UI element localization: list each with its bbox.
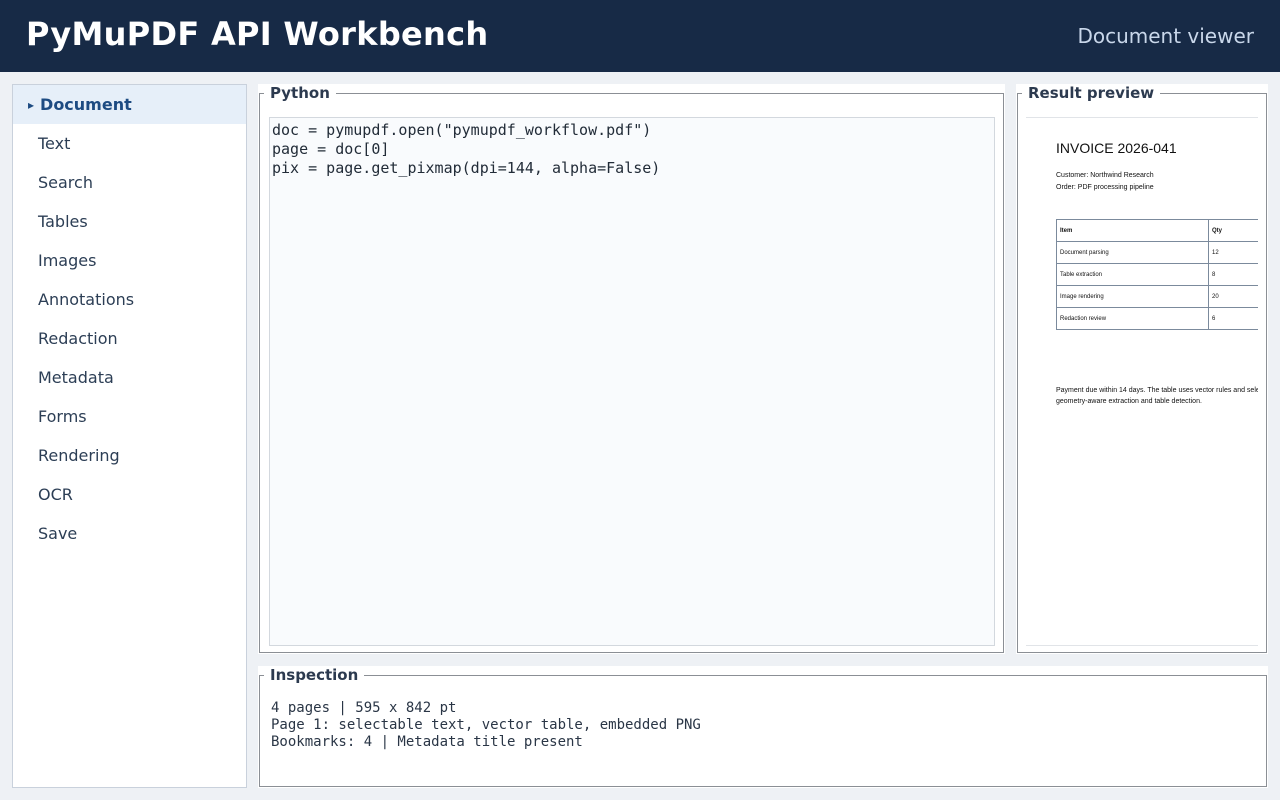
- code-line: pix = page.get_pixmap(dpi=144, alpha=Fal…: [272, 159, 661, 177]
- app-subtitle: Document viewer: [1077, 24, 1254, 48]
- sidebar-item-label: Rendering: [38, 446, 120, 465]
- sidebar-item-images[interactable]: Images: [13, 241, 246, 280]
- table-cell: 6: [1208, 307, 1258, 330]
- inspection-line: Bookmarks: 4 | Metadata title present: [271, 734, 583, 750]
- sidebar-item-annotations[interactable]: Annotations: [13, 280, 246, 319]
- sidebar-item-label: Search: [38, 173, 93, 192]
- code-panel-legend: Python: [270, 84, 330, 102]
- sidebar-item-document[interactable]: ▸ Document: [13, 85, 246, 124]
- sidebar-item-save[interactable]: Save: [13, 514, 246, 553]
- result-preview-image[interactable]: INVOICE 2026-041 Customer: Northwind Res…: [1026, 117, 1258, 646]
- sidebar-item-redaction[interactable]: Redaction: [13, 319, 246, 358]
- inspection-line: Page 1: selectable text, vector table, e…: [271, 717, 701, 733]
- sidebar-item-label: Tables: [38, 212, 88, 231]
- table-cell: Document parsing: [1056, 241, 1209, 264]
- table-row: Document parsing 12: [1056, 241, 1258, 264]
- sidebar-item-tables[interactable]: Tables: [13, 202, 246, 241]
- sidebar-item-search[interactable]: Search: [13, 163, 246, 202]
- table-header-cell: Qty: [1208, 219, 1258, 242]
- inspection-panel-legend: Inspection: [270, 666, 359, 684]
- sidebar-item-label: Images: [38, 251, 97, 270]
- inspection-output: 4 pages | 595 x 842 pt Page 1: selectable…: [271, 700, 701, 751]
- invoice-footnote: Payment due within 14 days. The table us…: [1056, 385, 1258, 407]
- table-cell: Image rendering: [1056, 285, 1209, 308]
- table-cell: 20: [1208, 285, 1258, 308]
- sidebar-item-label: Metadata: [38, 368, 114, 387]
- sidebar-item-metadata[interactable]: Metadata: [13, 358, 246, 397]
- footnote-line: Payment due within 14 days. The table us…: [1056, 387, 1258, 394]
- table-row: Table extraction 8: [1056, 263, 1258, 286]
- invoice-table: Item Qty Document parsing 12 Table extra…: [1056, 219, 1258, 330]
- caret-right-icon: ▸: [28, 98, 35, 112]
- invoice-title: INVOICE 2026-041: [1056, 140, 1177, 156]
- table-row: Image rendering 20: [1056, 285, 1258, 308]
- table-cell: Redaction review: [1056, 307, 1209, 330]
- code-line: doc = pymupdf.open("pymupdf_workflow.pdf…: [272, 121, 652, 139]
- sidebar-item-forms[interactable]: Forms: [13, 397, 246, 436]
- sidebar-item-label: OCR: [38, 485, 73, 504]
- inspection-panel: Inspection 4 pages | 595 x 842 pt Page 1:…: [259, 666, 1267, 787]
- invoice-customer: Customer: Northwind Research: [1056, 172, 1154, 179]
- preview-panel-legend: Result preview: [1028, 84, 1155, 102]
- preview-panel: Result preview INVOICE 2026-041 Customer…: [1017, 84, 1267, 653]
- sidebar-item-label: Annotations: [38, 290, 135, 309]
- table-cell: 12: [1208, 241, 1258, 264]
- sidebar-item-label: Redaction: [38, 329, 118, 348]
- sidebar-item-label: Forms: [38, 407, 87, 426]
- table-header-row: Item Qty: [1056, 219, 1258, 242]
- sidebar-item-label: Document: [40, 95, 132, 114]
- table-cell: Table extraction: [1056, 263, 1209, 286]
- sidebar-item-rendering[interactable]: Rendering: [13, 436, 246, 475]
- code-line: page = doc[0]: [272, 140, 390, 158]
- invoice-order: Order: PDF processing pipeline: [1056, 184, 1154, 191]
- footnote-line: geometry-aware extraction and table dete…: [1056, 398, 1202, 405]
- code-panel: Python doc = pymupdf.open("pymupdf_workf…: [259, 84, 1004, 653]
- table-row: Redaction review 6: [1056, 307, 1258, 330]
- app-header: PyMuPDF API Workbench Document viewer: [0, 0, 1280, 72]
- table-header-cell: Item: [1056, 219, 1209, 242]
- sidebar-item-ocr[interactable]: OCR: [13, 475, 246, 514]
- sidebar-item-label: Save: [38, 524, 78, 543]
- app-title: PyMuPDF API Workbench: [26, 15, 489, 53]
- inspection-line: 4 pages | 595 x 842 pt: [271, 700, 457, 716]
- sidebar: ▸ Document Text Search Tables Images Anno…: [12, 84, 247, 788]
- sidebar-item-label: Text: [38, 134, 71, 153]
- code-editor[interactable]: doc = pymupdf.open("pymupdf_workflow.pdf…: [269, 117, 995, 646]
- table-cell: 8: [1208, 263, 1258, 286]
- sidebar-item-text[interactable]: Text: [13, 124, 246, 163]
